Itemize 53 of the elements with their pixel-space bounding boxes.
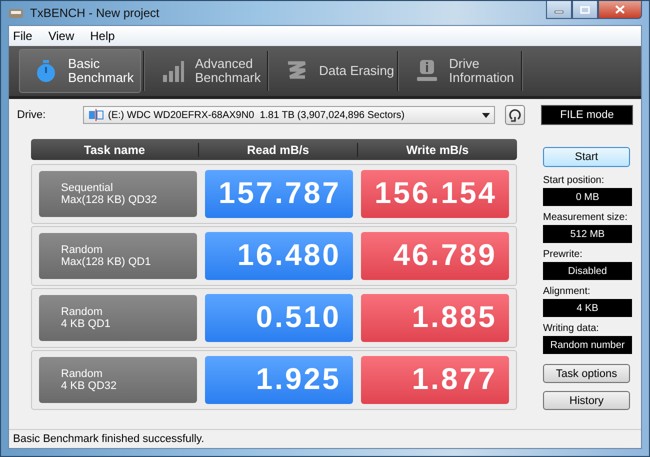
task-name: Random Max(128 KB) QD1 xyxy=(39,233,197,279)
task-name: Random 4 KB QD1 xyxy=(39,295,197,341)
read-value: 1.925 xyxy=(205,356,353,404)
status-text: Basic Benchmark finished successfully. xyxy=(13,433,204,445)
column-header: Task name xyxy=(31,142,199,156)
task-name: Sequential Max(128 KB) QD32 xyxy=(39,171,197,217)
toolbar-tab[interactable]: Basic Benchmark xyxy=(19,49,141,93)
setting-value: 4 KB xyxy=(543,299,632,317)
read-value: 157.787 xyxy=(205,170,353,218)
info-icon xyxy=(415,59,439,83)
read-value: 0.510 xyxy=(205,294,353,342)
column-header: Write mB/s xyxy=(405,142,470,156)
mode-indicator: FILE mode xyxy=(541,105,633,125)
setting-label: Start position: xyxy=(543,175,606,186)
write-value: 1.877 xyxy=(361,356,509,404)
caret-icon xyxy=(482,112,490,118)
write-value: 46.789 xyxy=(361,232,509,280)
toolbar-tab[interactable]: Data Erasing xyxy=(271,49,395,93)
toolbar-tab[interactable]: Drive Information xyxy=(401,49,519,93)
setting-value: Random number xyxy=(543,336,632,354)
drive-icon xyxy=(88,109,104,121)
bar-chart-icon xyxy=(161,59,185,83)
app-icon xyxy=(8,6,24,20)
drive-dropdown[interactable]: (E:) WDC WD20EFRX-68AX9N0 1.81 TB (3,907,024,896 Sectors) xyxy=(83,106,495,124)
setting-value: Disabled xyxy=(543,262,632,280)
maximize-icon xyxy=(580,6,590,14)
menu-item[interactable]: File xyxy=(13,29,32,43)
setting-label: Prewrite: xyxy=(543,249,584,260)
drive-label: Drive: xyxy=(17,109,47,121)
close-icon xyxy=(615,5,625,14)
task-name: Random 4 KB QD32 xyxy=(39,357,197,403)
menu-item[interactable]: View xyxy=(48,29,74,43)
action-button[interactable]: Task options xyxy=(543,364,630,383)
setting-label: Writing data: xyxy=(543,323,600,334)
start-button[interactable]: Start xyxy=(543,147,630,167)
action-button[interactable]: History xyxy=(543,391,630,410)
setting-label: Measurement size: xyxy=(543,212,628,223)
menu-item[interactable]: Help xyxy=(90,29,115,43)
setting-value: 0 MB xyxy=(543,188,632,206)
setting-label: Alignment: xyxy=(543,286,592,297)
window-title: TxBENCH - New project xyxy=(30,6,160,20)
refresh-icon xyxy=(508,108,522,122)
column-header: Read mB/s xyxy=(199,142,358,156)
maximize-button[interactable] xyxy=(572,1,598,19)
minimize-button[interactable] xyxy=(546,1,572,19)
write-value: 1.885 xyxy=(361,294,509,342)
close-button[interactable] xyxy=(598,1,642,19)
read-value: 16.480 xyxy=(205,232,353,280)
setting-value: 512 MB xyxy=(543,225,632,243)
stopwatch-icon xyxy=(34,59,58,83)
toolbar-tab[interactable]: Advanced Benchmark xyxy=(147,49,265,93)
write-value: 156.154 xyxy=(361,170,509,218)
refresh-button[interactable] xyxy=(505,105,525,125)
